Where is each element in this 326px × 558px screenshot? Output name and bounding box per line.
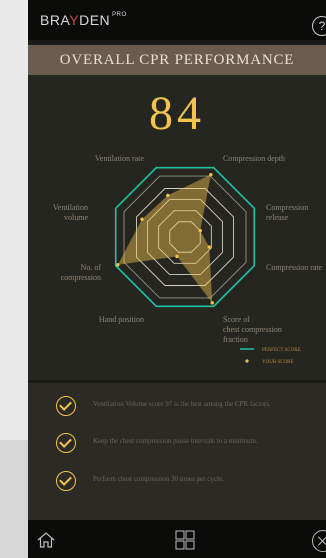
axis-label-ventilation-volume-2: volume [64, 213, 88, 222]
score-point [166, 193, 170, 198]
bottom-bar [28, 520, 326, 558]
score-point [175, 254, 179, 259]
check-circle-icon [56, 471, 76, 491]
background-left-strip [0, 0, 30, 558]
score-point [209, 172, 213, 177]
axis-label-ventilation-volume-1: Ventilation [53, 203, 88, 212]
axis-label-no-of-compression-2: compression [61, 273, 101, 282]
tip-item: Perform chest compression 30 times per c… [56, 471, 326, 501]
tip-text: Keep the chest compression pause interva… [93, 437, 258, 445]
axis-label-compression-rate: Compression rate [266, 263, 323, 272]
tip-text: Perform chest compression 30 times per c… [93, 475, 224, 483]
legend-your-label: YOUR SCORE [262, 360, 294, 365]
tip-item: Ventilation Volume score 97 is the best … [56, 396, 326, 426]
grid-icon[interactable] [175, 530, 195, 550]
tips-panel: Ventilation Volume score 97 is the best … [28, 383, 326, 520]
legend-your-swatch [245, 359, 249, 363]
score-point [116, 263, 120, 267]
score-point [210, 301, 214, 305]
score-point [207, 245, 211, 249]
check-circle-icon [56, 433, 76, 453]
tip-text: Ventilation Volume score 97 is the best … [93, 400, 271, 408]
check-circle-icon [56, 396, 76, 416]
score-point [140, 217, 144, 221]
home-icon[interactable] [36, 530, 56, 550]
app-screen: BRAYDEN PRO ? OVERALL CPR PERFORMANCE 84 … [28, 0, 326, 558]
legend-perfect-label: PERFECT SCORE [262, 348, 301, 353]
tip-item: Keep the chest compression pause interva… [56, 433, 326, 463]
axis-label-ventilation-rate: Ventilation rate [95, 154, 145, 163]
axis-label-score-fraction-2: chest compression [223, 325, 282, 334]
close-icon[interactable] [312, 530, 326, 552]
your-score-area [117, 174, 213, 303]
axis-label-no-of-compression-1: No. of [81, 263, 102, 272]
axis-label-compression-release-2: release [266, 213, 289, 222]
axis-label-compression-release-1: Compression [266, 203, 308, 212]
axis-label-score-fraction-3: fraction [223, 335, 248, 344]
score-point [198, 228, 202, 233]
axis-label-compression-depth: Compression depth [223, 154, 285, 163]
axis-label-score-fraction-1: Score of [223, 315, 250, 324]
background-band [0, 440, 30, 558]
axis-label-hand-position: Hand position [99, 315, 144, 324]
